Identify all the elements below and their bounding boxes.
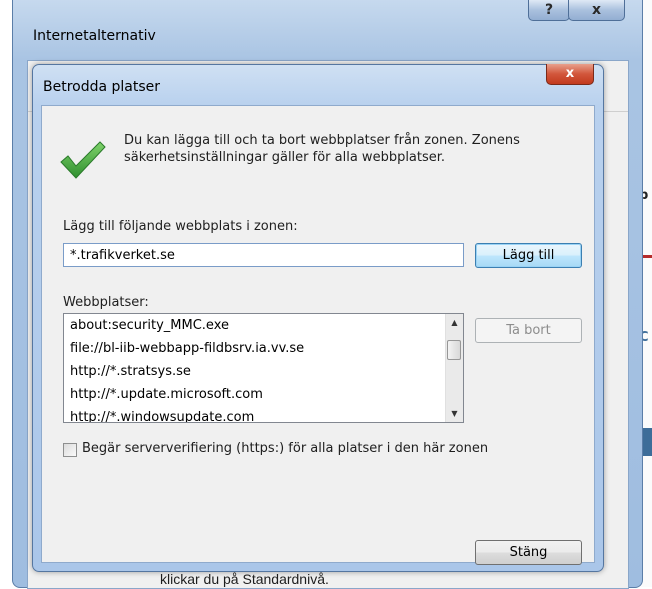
scroll-up-icon[interactable]: ▲ xyxy=(446,314,463,331)
dialog-client: Du kan lägga till och ta bort webbplatse… xyxy=(41,105,595,565)
add-button[interactable]: Lägg till xyxy=(475,243,582,268)
trusted-sites-dialog: Betrodda platser x Du kan lägga till och… xyxy=(32,64,604,572)
info-text: Du kan lägga till och ta bort webbplatse… xyxy=(124,133,520,165)
outer-close-button[interactable]: x xyxy=(568,0,625,21)
dialog-close-button[interactable]: x xyxy=(546,64,594,85)
list-item[interactable]: http://*.windowsupdate.com xyxy=(70,410,254,422)
https-checkbox-label[interactable]: Begär serververifiering (https:) för all… xyxy=(82,441,488,456)
scroll-thumb[interactable] xyxy=(447,340,461,360)
help-button[interactable]: ? xyxy=(528,0,570,21)
add-site-label: Lägg till följande webbplats i zonen: xyxy=(63,219,298,234)
background-text: klickar du på Standardnivå. xyxy=(160,571,329,587)
https-checkbox[interactable] xyxy=(63,443,77,457)
scroll-down-icon[interactable]: ▼ xyxy=(446,405,463,422)
close-button[interactable]: Stäng xyxy=(475,540,582,565)
list-item[interactable]: about:security_MMC.exe xyxy=(70,318,229,333)
dialog-title: Betrodda platser xyxy=(43,79,161,95)
list-item[interactable]: http://*.stratsys.se xyxy=(70,364,191,379)
sites-label: Webbplatser: xyxy=(63,295,149,310)
checkmark-icon xyxy=(60,141,106,179)
sites-list[interactable]: about:security_MMC.exe file://bl-iib-web… xyxy=(63,313,464,423)
list-item[interactable]: file://bl-iib-webbapp-fildbsrv.ia.vv.se xyxy=(70,341,304,356)
sites-scrollbar[interactable]: ▲ ▼ xyxy=(445,314,463,422)
outer-window-title: Internetalternativ xyxy=(33,28,156,44)
list-item[interactable]: http://*.update.microsoft.com xyxy=(70,387,263,402)
add-site-input[interactable] xyxy=(63,243,464,267)
remove-button[interactable]: Ta bort xyxy=(475,318,582,343)
